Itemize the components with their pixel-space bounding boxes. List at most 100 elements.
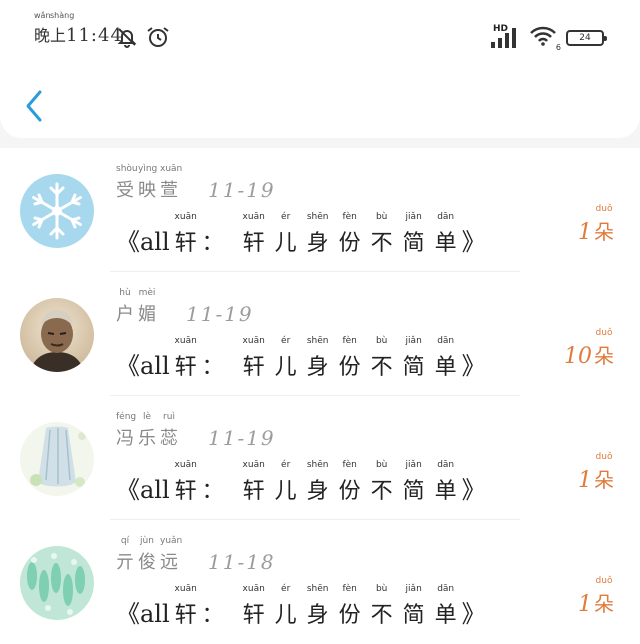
name-char: 俊 <box>138 552 156 573</box>
pinyin: ér <box>281 336 291 346</box>
pinyin: shēn <box>306 336 329 346</box>
title-char: 份 <box>338 231 361 256</box>
pinyin: jiǎn <box>405 212 422 222</box>
gift-count: 1 duǒ 朵 <box>578 576 614 617</box>
list-item[interactable]: hù 户 mèi 媚 11-19 《all xuān 轩 ： xuān 轩 ér 儿 sh… <box>0 272 640 396</box>
count-unit: 朵 <box>594 592 614 616</box>
pinyin: qí <box>120 536 130 546</box>
status-time: wǎn 晚 shàng 上11:44 <box>34 11 123 46</box>
count-unit: 朵 <box>594 344 614 368</box>
title-char: 不 <box>370 603 393 628</box>
pinyin: duǒ <box>595 204 613 214</box>
battery-icon: 24 <box>566 30 607 46</box>
pinyin: yìng <box>138 164 158 174</box>
time-pinyin: wǎn <box>34 11 51 20</box>
time-hanzi: 上 <box>50 26 67 45</box>
pinyin: xuān <box>174 584 197 594</box>
avatar[interactable] <box>20 174 94 248</box>
pinyin: xuān <box>242 460 265 470</box>
entry-date: 11-19 <box>186 302 254 326</box>
sender-name: hù 户 mèi 媚 <box>116 288 156 326</box>
entry-meta: qí 亓 jùn 俊 yuǎn 远 11-18 <box>116 536 276 574</box>
sender-name: qí 亓 jùn 俊 yuǎn 远 <box>116 536 182 574</box>
title-char: 简 <box>402 355 425 380</box>
pinyin: shēn <box>306 584 329 594</box>
pinyin: jiǎn <box>405 584 422 594</box>
title-char: 儿 <box>274 355 297 380</box>
pinyin: bù <box>375 212 388 222</box>
name-char: 映 <box>138 180 156 201</box>
book-title[interactable]: 《all xuān 轩 ： xuān 轩 ér 儿 shēn 身 fèn 份 bù 不 ji… <box>116 212 486 257</box>
title-char: 单 <box>434 479 457 504</box>
pinyin: fèn <box>342 212 357 222</box>
count-unit: 朵 <box>594 220 614 244</box>
title-char: 单 <box>434 231 457 256</box>
time-hanzi: 晚 <box>34 26 51 45</box>
book-title[interactable]: 《all xuān 轩 ： xuān 轩 ér 儿 shēn 身 fèn 份 bù 不 ji… <box>116 460 486 505</box>
name-char: 媚 <box>138 304 156 325</box>
title-char: 轩 <box>174 355 197 380</box>
count-number: 1 <box>578 220 592 245</box>
pinyin: jiǎn <box>405 460 422 470</box>
name-char: 远 <box>160 552 178 573</box>
title-char: 份 <box>338 479 361 504</box>
book-title[interactable]: 《all xuān 轩 ： xuān 轩 ér 儿 shēn 身 fèn 份 bù 不 ji… <box>116 584 486 629</box>
bell-muted-icon <box>117 28 137 48</box>
pinyin: shēn <box>306 212 329 222</box>
entry-date: 11-18 <box>208 550 276 574</box>
header-card: wǎn 晚 shàng 上11:44 HD 6 24 <box>0 0 640 138</box>
pinyin: shòu <box>116 164 138 174</box>
battery-level: 24 <box>579 33 591 43</box>
pinyin: yuǎn <box>160 536 183 546</box>
title-prefix: 《all <box>116 476 170 504</box>
back-button[interactable] <box>20 86 52 126</box>
entry-meta: shòu 受 yìng 映 xuān 萱 11-19 <box>116 164 276 202</box>
name-char: 乐 <box>138 428 156 449</box>
name-char: 受 <box>116 180 134 201</box>
title-char: 份 <box>338 603 361 628</box>
list-item[interactable]: féng 冯 lè 乐 ruì 蕊 11-19 《all xuān 轩 ： xuān 轩 … <box>0 396 640 520</box>
pinyin: dān <box>437 336 455 346</box>
pinyin: féng <box>116 412 137 422</box>
count-number: 10 <box>564 344 592 369</box>
entry-meta: hù 户 mèi 媚 11-19 <box>116 288 254 326</box>
alarm-clock-icon <box>147 27 169 47</box>
avatar[interactable] <box>20 422 94 496</box>
gift-count: 1 duǒ 朵 <box>578 452 614 493</box>
title-prefix: 《all <box>116 352 170 380</box>
pinyin: xuān <box>174 336 197 346</box>
title-char: 儿 <box>274 479 297 504</box>
count-number: 1 <box>578 592 592 617</box>
pinyin: duǒ <box>595 452 613 462</box>
pinyin: duǒ <box>595 576 613 586</box>
sender-name: féng 冯 lè 乐 ruì 蕊 <box>116 412 178 450</box>
pinyin: shēn <box>306 460 329 470</box>
pinyin: dān <box>437 212 455 222</box>
pinyin: fèn <box>342 460 357 470</box>
illustration-avatar-image <box>20 422 94 496</box>
pinyin: duǒ <box>595 328 613 338</box>
title-char: 身 <box>306 355 329 380</box>
entry-meta: féng 冯 lè 乐 ruì 蕊 11-19 <box>116 412 276 450</box>
name-char: 亓 <box>116 552 134 573</box>
title-char: 简 <box>402 479 425 504</box>
count-number: 1 <box>578 468 592 493</box>
pinyin: jùn <box>140 536 154 546</box>
title-char: 不 <box>370 355 393 380</box>
name-char: 户 <box>116 304 134 325</box>
list-item[interactable]: qí 亓 jùn 俊 yuǎn 远 11-18 《all xuān 轩 ： xuān 轩 … <box>0 520 640 644</box>
name-char: 蕊 <box>160 428 178 449</box>
title-char: 轩 <box>242 231 265 256</box>
wifi-icon <box>530 26 556 46</box>
list-item[interactable]: shòu 受 yìng 映 xuān 萱 11-19 《all xuān 轩 ： xuā… <box>0 148 640 272</box>
pinyin: xuān <box>242 336 265 346</box>
pinyin: bù <box>375 460 388 470</box>
title-char: 不 <box>370 479 393 504</box>
avatar[interactable] <box>20 298 94 372</box>
avatar[interactable] <box>20 546 94 620</box>
wifi-generation: 6 <box>555 43 561 52</box>
title-prefix: 《all <box>116 228 170 256</box>
pinyin: fèn <box>342 336 357 346</box>
gift-count: 1 duǒ 朵 <box>578 204 614 245</box>
book-title[interactable]: 《all xuān 轩 ： xuān 轩 ér 儿 shēn 身 fèn 份 bù 不 ji… <box>116 336 486 381</box>
